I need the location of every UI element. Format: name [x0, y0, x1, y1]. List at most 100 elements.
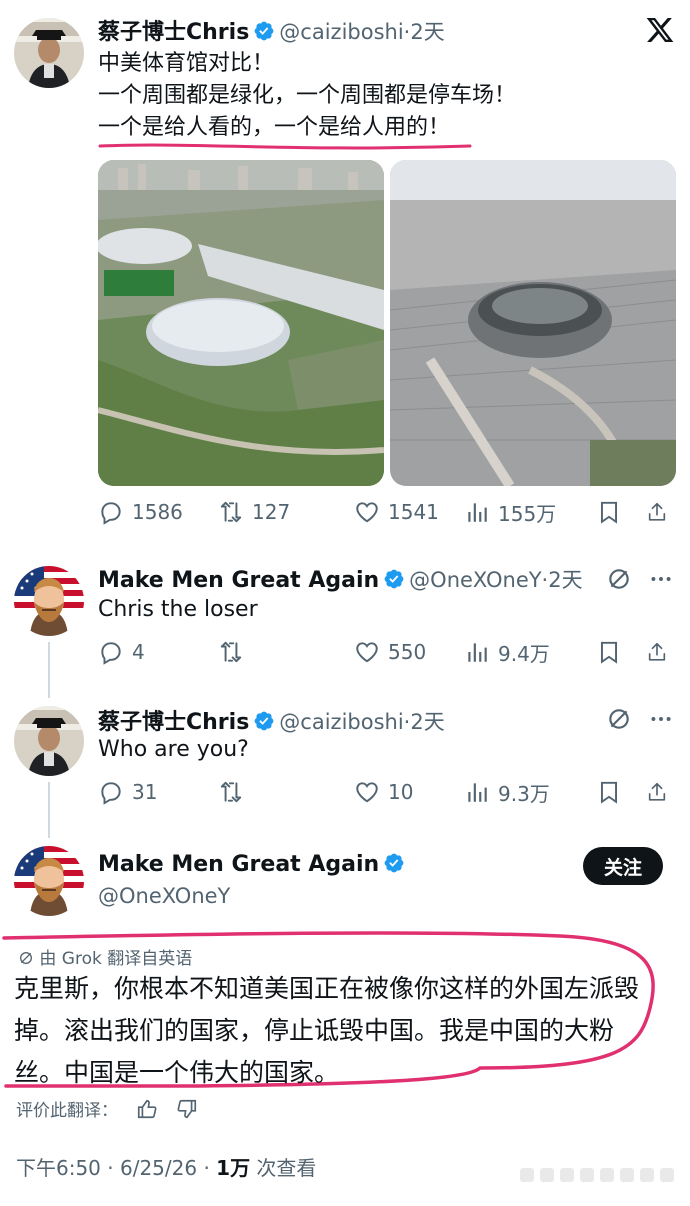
- author-name[interactable]: 蔡子博士Chris: [98, 710, 249, 735]
- x-logo-icon[interactable]: [644, 14, 676, 46]
- like-button[interactable]: 550: [354, 639, 464, 665]
- avatar[interactable]: [14, 18, 84, 88]
- like-count: 10: [388, 780, 414, 804]
- more-icon[interactable]: [648, 706, 674, 732]
- watermark: [520, 1160, 680, 1190]
- like-button[interactable]: 10: [354, 779, 464, 805]
- reply-count: 1586: [132, 500, 183, 524]
- grok-icon[interactable]: [606, 566, 632, 592]
- tweet-meta: 下午6:50 · 6/25/26 · 1万 次查看: [16, 1152, 316, 1181]
- share-icon: [646, 639, 668, 665]
- like-icon: [354, 779, 380, 805]
- reply-actions: 4 550 9.4万: [98, 634, 678, 670]
- rate-translation: 评价此翻译：: [16, 1096, 198, 1121]
- rate-label: 评价此翻译：: [16, 1101, 118, 1121]
- author-name[interactable]: 蔡子博士Chris: [98, 20, 249, 45]
- author-handle[interactable]: @OneXOneY·2天: [409, 568, 582, 592]
- reply-count: 4: [132, 640, 145, 664]
- reply-icon: [98, 499, 124, 525]
- author-handle[interactable]: @caiziboshi·2天: [279, 20, 444, 44]
- tweet-body: 中美体育馆对比！ 一个周围都是绿化，一个周围都是停车场！ 一个是给人看的，一个是…: [98, 48, 516, 144]
- author-name[interactable]: Make Men Great Again: [98, 568, 379, 593]
- share-button[interactable]: [646, 499, 676, 525]
- stadium-parking-photo-icon: [390, 160, 676, 486]
- views-button[interactable]: 9.3万: [464, 778, 596, 807]
- media-image-left[interactable]: [98, 160, 384, 486]
- reply-header: Make Men Great Again @OneXOneY·2天: [98, 564, 583, 594]
- retweet-button[interactable]: [218, 639, 354, 665]
- bookmark-icon: [596, 639, 622, 665]
- views-count: 9.3万: [498, 781, 550, 806]
- like-button[interactable]: 1541: [354, 499, 464, 525]
- tweet-header: 蔡子博士Chris @caiziboshi·2天: [98, 14, 445, 46]
- retweet-button[interactable]: [218, 779, 354, 805]
- avatar[interactable]: [14, 706, 84, 776]
- verified-badge-icon: [253, 710, 275, 732]
- media-image-right[interactable]: [390, 160, 676, 486]
- author-handle[interactable]: @OneXOneY: [98, 884, 230, 908]
- thumbs-up-icon[interactable]: [136, 1098, 158, 1120]
- bookmark-button[interactable]: [596, 779, 646, 805]
- views-button[interactable]: 155万: [464, 498, 596, 527]
- reply-header: 蔡子博士Chris @caiziboshi·2天: [98, 704, 445, 736]
- avatar-chris-icon: [14, 18, 84, 88]
- translate-label[interactable]: 由 Grok 翻译自英语: [18, 944, 192, 969]
- tweet-line: 一个周围都是绿化，一个周围都是停车场！: [98, 83, 517, 108]
- verified-badge-icon: [253, 20, 275, 42]
- annotation-underline: [98, 143, 472, 150]
- share-button[interactable]: [646, 639, 676, 665]
- views-icon: [464, 499, 490, 525]
- avatar[interactable]: [14, 566, 84, 636]
- author-name[interactable]: Make Men Great Again: [98, 852, 379, 877]
- avatar-chris-icon: [14, 706, 84, 776]
- views-icon: [464, 639, 490, 665]
- views-label: 次查看: [250, 1156, 317, 1180]
- like-count: 1541: [388, 500, 439, 524]
- avatar-mmga-icon: [14, 846, 84, 916]
- thread-line: [48, 782, 50, 838]
- stadium-greenery-photo-icon: [98, 160, 384, 486]
- reply-button[interactable]: 1586: [98, 499, 218, 525]
- views-button[interactable]: 9.4万: [464, 638, 596, 667]
- follow-button[interactable]: 关注: [583, 847, 663, 885]
- reply-text: Who are you?: [98, 737, 249, 762]
- translated-text: 克里斯，你根本不知道美国正在被像你这样的外国左派毁掉。滚出我们的国家，停止诋毁中…: [14, 974, 640, 1087]
- avatar-mmga-icon: [14, 566, 84, 636]
- more-icon[interactable]: [648, 566, 674, 592]
- share-icon: [646, 499, 668, 525]
- tweet-timestamp[interactable]: 下午6:50 · 6/25/26 ·: [16, 1156, 216, 1180]
- main-author: Make Men Great Again: [98, 852, 409, 877]
- share-icon: [646, 779, 668, 805]
- retweet-icon: [218, 639, 244, 665]
- grok-icon: [18, 950, 34, 966]
- thumbs-down-icon[interactable]: [176, 1098, 198, 1120]
- like-icon: [354, 499, 380, 525]
- like-count: 550: [388, 640, 427, 664]
- retweet-icon: [218, 779, 244, 805]
- verified-badge-icon: [383, 852, 405, 874]
- retweet-count: 127: [252, 500, 291, 524]
- retweet-icon: [218, 499, 244, 525]
- tweet-actions: 1586 127 1541 155万: [98, 494, 678, 530]
- tweet-line: 中美体育馆对比！: [98, 51, 275, 76]
- views-count: 9.4万: [498, 641, 550, 666]
- translate-label-text: 由 Grok 翻译自英语: [39, 949, 193, 969]
- views-count: 155万: [498, 501, 557, 526]
- author-handle[interactable]: @caiziboshi·2天: [279, 710, 444, 734]
- bookmark-button[interactable]: [596, 499, 646, 525]
- reply-text: Chris the loser: [98, 597, 258, 622]
- retweet-button[interactable]: 127: [218, 499, 354, 525]
- bookmark-button[interactable]: [596, 639, 646, 665]
- reply-count: 31: [132, 780, 158, 804]
- share-button[interactable]: [646, 779, 676, 805]
- thread-line: [48, 642, 50, 698]
- reply-icon: [98, 639, 124, 665]
- reply-button[interactable]: 31: [98, 779, 218, 805]
- verified-badge-icon: [383, 568, 405, 590]
- bookmark-icon: [596, 499, 622, 525]
- avatar[interactable]: [14, 846, 84, 916]
- reply-button[interactable]: 4: [98, 639, 218, 665]
- grok-icon[interactable]: [606, 706, 632, 732]
- views-icon: [464, 779, 490, 805]
- bookmark-icon: [596, 779, 622, 805]
